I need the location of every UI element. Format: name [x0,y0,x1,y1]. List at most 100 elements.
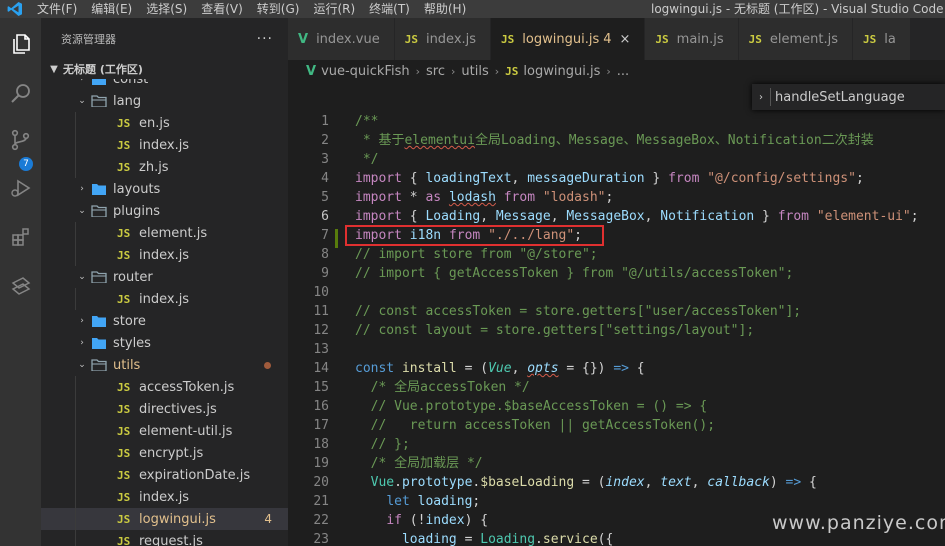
line-number: 23 [313,532,329,546]
remote-explorer-icon[interactable] [0,266,41,306]
explorer-title: 资源管理器 [61,33,116,46]
js-file-icon: JS [404,32,418,46]
code-line[interactable]: 21 let loading; [288,492,945,511]
breadcrumb: V vue-quickFish › src › utils › JS logwi… [288,60,945,82]
file-item[interactable]: JS index.js [41,244,288,266]
indent-guide [75,244,76,266]
file-item[interactable]: JS zh.js [41,156,288,178]
menu-item[interactable]: 文件(F) [30,0,84,18]
code-line[interactable]: 2 * 基于elementui全局Loading、Message、Message… [288,131,945,150]
workspace-title: 无标题 (工作区) [63,63,143,76]
menu-item[interactable]: 帮助(H) [417,0,473,18]
folder-item[interactable]: ⌄ plugins [41,200,288,222]
code-line[interactable]: 7 import i18n from "./../lang"; [288,226,945,245]
folder-icon [92,338,106,349]
file-item[interactable]: JS en.js [41,112,288,134]
source-control-icon[interactable] [0,120,41,160]
code-line[interactable]: 9 // import { getAccessToken } from "@/ut… [288,264,945,283]
menu-item[interactable]: 编辑(E) [84,0,139,18]
js-file-icon: JS [117,292,131,306]
folder-item[interactable]: › store [41,310,288,332]
code-line[interactable]: 4 import { loadingText, messageDuration }… [288,169,945,188]
folder-item[interactable]: › styles [41,332,288,354]
menu-item[interactable]: 运行(R) [306,0,362,18]
breadcrumb-item[interactable]: logwingui.js [523,64,600,79]
tab-index-js[interactable]: JS index.js [394,18,492,60]
menu-item[interactable]: 终端(T) [362,0,417,18]
tab-la[interactable]: JS la [853,18,911,60]
code-line[interactable]: 1 /** [288,112,945,131]
tab-index-vue[interactable]: Vindex.vue [288,18,395,60]
chevron-down-icon: ⌄ [78,360,86,370]
file-item[interactable]: JS encrypt.js [41,442,288,464]
code-line[interactable]: 18 // }; [288,435,945,454]
code-line[interactable]: 20 Vue.prototype.$baseLoading = (index, … [288,473,945,492]
tree-item-label: encrypt.js [139,445,204,461]
code-content: // Vue.prototype.$baseAccessToken = () =… [355,399,708,414]
breadcrumb-item[interactable]: utils [461,64,488,79]
file-item[interactable]: JS directives.js [41,398,288,420]
code-content: loading = Loading.service({ [401,532,614,546]
indent-guide [75,420,76,442]
code-line[interactable]: 15 /* 全局accessToken */ [288,378,945,397]
menu-item[interactable]: 选择(S) [139,0,194,18]
find-widget[interactable]: › handleSetLanguage [752,84,945,110]
file-item[interactable]: JS index.js [41,486,288,508]
menu-item[interactable]: 查看(V) [194,0,250,18]
js-file-icon: JS [117,534,131,546]
run-debug-icon[interactable] [0,168,41,208]
folder-item[interactable]: ⌄ router [41,266,288,288]
code-line[interactable]: 14 const install = (Vue, opts = {}) => { [288,359,945,378]
file-item[interactable]: JS expirationDate.js [41,464,288,486]
code-line[interactable]: 16 // Vue.prototype.$baseAccessToken = (… [288,397,945,416]
tree-item-label: plugins [113,203,160,219]
file-item[interactable]: JS request.js [41,530,288,546]
more-actions-icon[interactable]: ··· [257,31,273,47]
tab-logwingui-js[interactable]: JS logwingui.js 4 × [491,18,646,60]
indent-guide [75,288,76,310]
code-editor[interactable]: 1 /** 2 * 基于elementui全局Loading、Message、Mes… [288,82,945,546]
code-line[interactable]: 19 /* 全局加载层 */ [288,454,945,473]
file-item[interactable]: JS index.js [41,134,288,156]
code-line[interactable]: 12 // const layout = store.getters["setti… [288,321,945,340]
close-icon[interactable]: × [620,32,631,47]
code-line[interactable]: 13 [288,340,945,359]
file-item[interactable]: JS index.js [41,288,288,310]
folder-item[interactable]: ⌄ utils [41,354,288,376]
chevron-right-icon[interactable]: › [752,92,770,103]
folder-open-icon [91,271,107,283]
line-number: 21 [313,494,329,509]
code-line[interactable]: 3 */ [288,150,945,169]
find-input[interactable]: handleSetLanguage [775,90,905,105]
code-line[interactable]: 6 import { Loading, Message, MessageBox, … [288,207,945,226]
code-line[interactable]: 11 // const accessToken = store.getters["… [288,302,945,321]
file-item[interactable]: JS element-util.js [41,420,288,442]
tree-item-label: en.js [139,115,170,131]
tree-item-label: expirationDate.js [139,467,251,483]
breadcrumb-item[interactable]: ... [617,64,629,79]
breadcrumb-item[interactable]: src [426,64,445,79]
folder-item[interactable]: ⌄ lang [41,90,288,112]
explorer-icon[interactable] [0,24,41,64]
js-file-icon: JS [501,32,515,46]
file-item[interactable]: JS element.js [41,222,288,244]
workspace-section[interactable]: ▼ 无标题 (工作区) [41,59,288,79]
modified-dot-icon [264,361,271,369]
search-icon[interactable] [0,74,41,114]
tree-item-label: store [113,313,146,329]
extensions-icon[interactable] [0,217,41,257]
file-item[interactable]: JS logwingui.js 4 [41,508,288,530]
file-item[interactable]: JS accessToken.js [41,376,288,398]
tab-main-js[interactable]: JS main.js [645,18,739,60]
code-line[interactable]: 10 [288,283,945,302]
code-line[interactable]: 8 // import store from "@/store"; [288,245,945,264]
breadcrumb-item[interactable]: vue-quickFish [321,64,410,79]
menu-bar: 文件(F) 编辑(E) 选择(S) 查看(V) 转到(G) 运行(R) 终端(T) 帮助(H) [30,0,473,18]
tab-element-js[interactable]: JS element.js [738,18,854,60]
code-line[interactable]: 17 // return accessToken || getAccessTok… [288,416,945,435]
folder-item[interactable]: › layouts [41,178,288,200]
tree-item-label: element.js [139,225,208,241]
indent-guide [75,156,76,178]
menu-item[interactable]: 转到(G) [250,0,307,18]
code-line[interactable]: 5 import * as lodash from "lodash"; [288,188,945,207]
